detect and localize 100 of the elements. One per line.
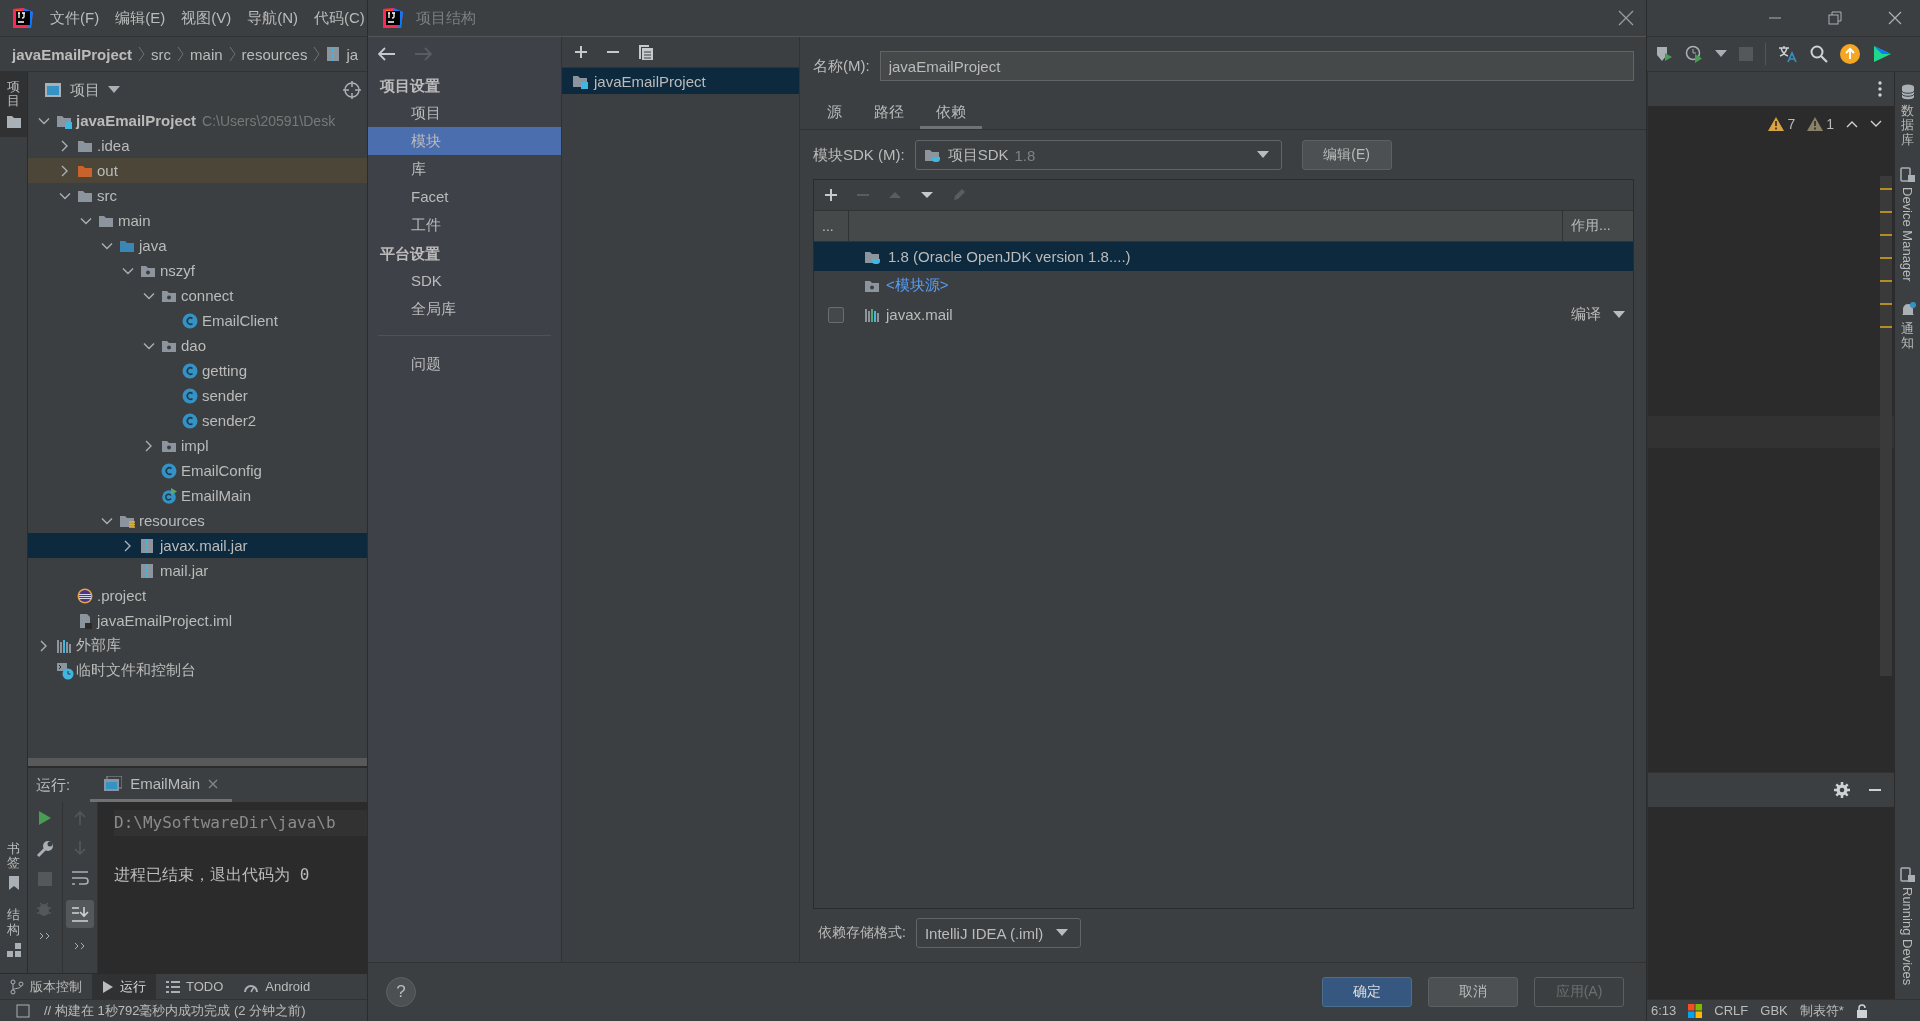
tree-item[interactable]: sender (28, 383, 367, 408)
help-button[interactable]: ? (386, 977, 416, 1007)
menu-item[interactable]: 代码(C) (314, 8, 365, 28)
panel-title[interactable]: 项目 (70, 80, 100, 100)
tree-item[interactable]: resources (28, 508, 367, 533)
next-icon[interactable] (1870, 120, 1882, 128)
plugin-logo-icon[interactable] (1872, 44, 1892, 64)
tree-item[interactable]: javax.mail.jar (28, 533, 367, 558)
tree-item[interactable]: main (28, 208, 367, 233)
format-dropdown[interactable]: IntelliJ IDEA (.iml) (915, 918, 1081, 948)
close-icon[interactable] (1618, 10, 1634, 26)
dependency-row[interactable]: <模块源> (814, 271, 1633, 300)
inspection-count[interactable]: 1 (1807, 116, 1834, 132)
tree-item[interactable]: sender2 (28, 408, 367, 433)
previous-icon[interactable] (1846, 120, 1858, 128)
edit-button[interactable]: 编辑(E) (1301, 140, 1392, 170)
settings-icon[interactable] (1834, 782, 1850, 798)
breadcrumb-item[interactable]: src (151, 45, 172, 63)
tree-item[interactable]: java (28, 233, 367, 258)
tree-item[interactable]: 外部库 (28, 633, 367, 658)
dialog-button[interactable]: 确定 (1322, 977, 1412, 1007)
locate-icon[interactable] (343, 81, 361, 99)
breadcrumb-item[interactable]: resources (241, 45, 308, 63)
tree-item[interactable]: connect (28, 283, 367, 308)
status-item[interactable]: 制表符* (1799, 1001, 1844, 1020)
dependency-row[interactable]: javax.mail 编译 (814, 300, 1633, 329)
menu-item[interactable]: 视图(V) (181, 8, 232, 28)
back-icon[interactable] (378, 47, 396, 61)
tree-item[interactable]: impl (28, 433, 367, 458)
tree-item[interactable]: EmailClient (28, 308, 367, 333)
tool-window-label[interactable]: 结构 (7, 908, 20, 937)
nav-item[interactable]: 项目 (368, 99, 561, 127)
column-header[interactable]: 作用... (1562, 211, 1633, 241)
run-icon[interactable] (38, 810, 52, 826)
checkbox[interactable] (828, 306, 844, 323)
tree-item[interactable]: EmailMain (28, 483, 367, 508)
tab[interactable]: 路径 (858, 97, 920, 129)
add-icon[interactable] (824, 188, 838, 202)
module-item[interactable]: javaEmailProject (562, 68, 799, 94)
coverage-icon[interactable] (1655, 45, 1673, 63)
tool-window-label[interactable]: Running Devices (1900, 886, 1915, 985)
name-field[interactable]: javaEmailProject (879, 51, 1634, 81)
tree-item[interactable]: .idea (28, 133, 367, 158)
tree-item[interactable]: out (28, 158, 367, 183)
more-icon[interactable] (39, 932, 51, 940)
translate-icon[interactable] (1778, 45, 1798, 63)
tree-item[interactable]: mail.jar (28, 558, 367, 583)
column-header[interactable]: ... (814, 211, 849, 241)
search-icon[interactable] (1810, 45, 1828, 63)
scrollbar[interactable] (28, 758, 367, 766)
menu-item[interactable]: 编辑(E) (115, 8, 166, 28)
sdk-dropdown[interactable]: 项目SDK 1.8 (914, 140, 1282, 170)
close-icon[interactable] (1888, 11, 1902, 25)
wrench-icon[interactable] (36, 840, 54, 858)
scope-dropdown[interactable]: 编译 (1571, 305, 1633, 324)
breadcrumb-item[interactable]: ja (346, 45, 359, 63)
dependency-row[interactable]: 1.8 (Oracle OpenJDK version 1.8....) (814, 242, 1633, 271)
tool-window-tab[interactable]: 版本控制 (0, 974, 92, 999)
tree-item[interactable]: javaEmailProject C:\Users\20591\Desk (28, 108, 367, 133)
restore-icon[interactable] (1828, 11, 1842, 25)
close-icon[interactable] (208, 778, 219, 789)
tool-window-label[interactable]: 通知 (1901, 321, 1914, 351)
tool-window-label[interactable]: Device Manager (1900, 186, 1915, 282)
soft-wrap-icon[interactable] (71, 870, 89, 886)
tool-window-tab[interactable]: 运行 (92, 974, 156, 999)
tree-item[interactable]: .project (28, 583, 367, 608)
dialog-button[interactable]: 取消 (1428, 977, 1518, 1007)
scroll-to-end-icon[interactable] (66, 900, 94, 928)
status-item[interactable]: GBK (1760, 1003, 1788, 1018)
nav-item[interactable]: 库 (368, 155, 561, 183)
status-item[interactable]: 6:13 (1651, 1003, 1677, 1018)
tool-window-label[interactable]: 数据库 (1901, 104, 1914, 147)
tool-window-tab[interactable]: TODO (156, 974, 234, 999)
more-options-icon[interactable] (1878, 81, 1882, 97)
breadcrumb-item[interactable]: main (190, 45, 223, 63)
tree-item[interactable]: javaEmailProject.iml (28, 608, 367, 633)
tree-item[interactable]: EmailConfig (28, 458, 367, 483)
copy-icon[interactable] (638, 44, 654, 60)
breadcrumb-item[interactable]: javaEmailProject (12, 45, 133, 63)
tree-item[interactable]: nszyf (28, 258, 367, 283)
tab[interactable]: 依赖 (920, 97, 982, 129)
profiler-icon[interactable] (1685, 45, 1703, 63)
error-stripe[interactable] (1880, 176, 1892, 676)
nav-item[interactable]: 问题 (368, 350, 561, 378)
update-icon[interactable] (1840, 44, 1860, 64)
tree-item[interactable]: src (28, 183, 367, 208)
tool-window-tab[interactable]: 项目 (0, 72, 27, 137)
tab[interactable]: 源 (811, 97, 858, 129)
status-item[interactable]: CRLF (1714, 1003, 1749, 1018)
tool-window-label[interactable]: 书签 (7, 841, 20, 871)
panel-toggle-icon[interactable] (16, 1003, 30, 1018)
lock-icon[interactable] (1855, 1003, 1868, 1018)
more-icon[interactable] (74, 942, 86, 950)
tree-item[interactable]: getting (28, 358, 367, 383)
tree-item[interactable]: 临时文件和控制台 (28, 658, 367, 683)
nav-item[interactable]: 工件 (368, 211, 561, 239)
menu-item[interactable]: 文件(F) (50, 8, 100, 28)
tool-window-tab[interactable]: Android (233, 974, 321, 999)
nav-item[interactable]: SDK (368, 267, 561, 295)
nav-item[interactable]: 全局库 (368, 295, 561, 323)
